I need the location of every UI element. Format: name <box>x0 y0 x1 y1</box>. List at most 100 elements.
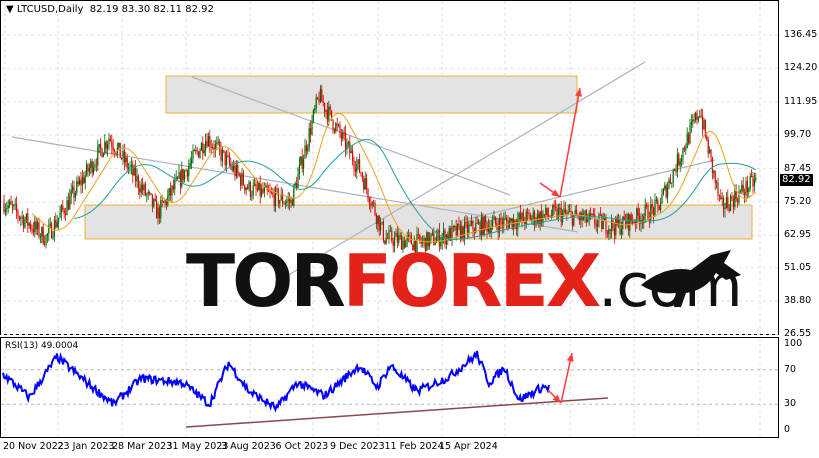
candle-body <box>144 184 146 195</box>
candle-body <box>682 147 684 158</box>
candle-body <box>336 123 338 126</box>
candle-body <box>59 212 61 218</box>
candle-body <box>504 218 506 220</box>
candle-body <box>363 178 365 190</box>
candle-body <box>458 223 460 226</box>
candle-body <box>31 229 33 231</box>
candle-body <box>104 141 106 154</box>
candle-body <box>91 161 93 173</box>
ohlc-values: 82.19 83.30 82.11 82.92 <box>89 4 214 15</box>
candle-body <box>128 167 130 169</box>
candle-body <box>308 128 310 147</box>
symbol-label: LTCUSD,Daily <box>16 4 84 15</box>
candle-body <box>609 229 611 231</box>
candle-body <box>597 220 599 227</box>
candle-body <box>79 179 81 185</box>
candle-body <box>310 128 312 135</box>
candle-body <box>695 112 697 121</box>
candle-body <box>195 150 197 152</box>
candle-body <box>380 222 382 231</box>
candle-body <box>325 110 327 112</box>
candle-body <box>546 207 548 216</box>
candle-body <box>359 159 361 173</box>
chart-window[interactable]: ▼ LTCUSD,Daily 82.19 83.30 82.11 82.92 R… <box>0 0 819 458</box>
candle-body <box>457 223 459 236</box>
price-tick: 75.20 <box>784 195 812 207</box>
rsi-trend-line <box>185 397 609 428</box>
candle-body <box>364 178 366 190</box>
candle-body <box>361 174 363 179</box>
candle-body <box>28 223 30 226</box>
candle-body <box>690 122 692 125</box>
candle-body <box>478 222 480 224</box>
chart-canvas[interactable] <box>0 0 819 458</box>
candle-body <box>220 148 222 161</box>
candle-body <box>170 188 172 196</box>
candle-body <box>703 120 705 130</box>
candle-body <box>570 210 572 213</box>
candle-body <box>350 151 352 154</box>
candle-body <box>706 136 708 140</box>
candle-body <box>567 211 569 214</box>
candle-body <box>342 132 344 139</box>
candle-body <box>44 243 46 245</box>
candle-body <box>480 216 482 236</box>
price-tick: 136.45 <box>784 29 818 40</box>
candle-body <box>679 161 681 166</box>
time-tick: 11 Feb 2024 <box>384 441 444 452</box>
candle-body <box>370 204 372 206</box>
candle-body <box>713 171 715 173</box>
candle-body <box>548 215 550 217</box>
candle-body <box>80 179 82 186</box>
candle-body <box>72 186 74 191</box>
candle-body <box>98 143 100 148</box>
candle-body <box>408 234 410 237</box>
candle-body <box>142 184 144 191</box>
candle-body <box>186 170 188 177</box>
candle-body <box>23 216 25 228</box>
candle-body <box>108 138 110 145</box>
candle-body <box>284 203 286 205</box>
candle-body <box>660 203 662 210</box>
candle-body <box>4 209 6 212</box>
candle-body <box>277 189 279 205</box>
candle-body <box>662 189 664 195</box>
candle-body <box>139 188 141 193</box>
candle-body <box>297 173 299 189</box>
candle-body <box>84 175 86 184</box>
candle-body <box>683 147 685 150</box>
candle-body <box>469 224 471 226</box>
candle-body <box>192 150 194 159</box>
candle-body <box>241 173 243 186</box>
candle-body <box>587 219 589 223</box>
candle-body <box>443 230 445 237</box>
candle-body <box>307 146 309 152</box>
candle-body <box>577 215 579 217</box>
candle-body <box>242 173 244 185</box>
candle-body <box>381 221 383 223</box>
candle-body <box>664 185 666 190</box>
candle-body <box>525 211 527 225</box>
candle-body <box>716 182 718 184</box>
candle-body <box>366 178 368 189</box>
candle-body <box>263 187 265 193</box>
price-tick: 62.95 <box>784 229 812 241</box>
candle-body <box>283 203 285 205</box>
candle-body <box>287 199 289 202</box>
candle-body <box>290 199 292 203</box>
time-tick: 23 Jan 2023 <box>57 441 115 452</box>
candle-body <box>655 199 657 201</box>
candle-body <box>121 158 123 160</box>
candle-body <box>46 233 48 236</box>
candle-body <box>727 197 729 208</box>
candle-body <box>238 173 240 176</box>
candle-body <box>296 183 298 189</box>
candle-body <box>7 205 9 209</box>
candle-body <box>623 216 625 220</box>
candle-body <box>709 149 711 154</box>
candle-body <box>741 184 743 191</box>
candle-body <box>294 183 296 186</box>
candle-body <box>275 188 277 207</box>
candle-body <box>738 191 740 203</box>
candle-body <box>626 214 628 226</box>
